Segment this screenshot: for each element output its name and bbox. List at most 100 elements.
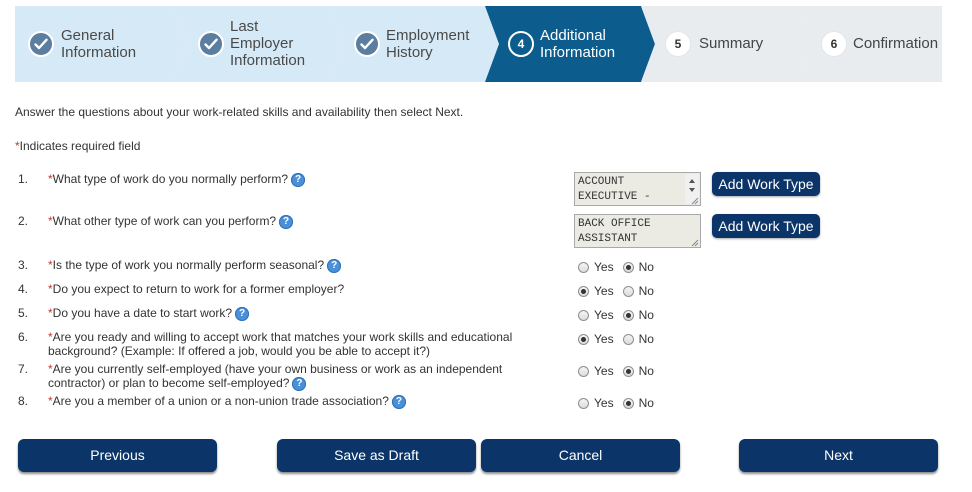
radio-label-yes: Yes [594, 308, 614, 322]
step-number: 4 [508, 31, 534, 57]
radio-no[interactable] [622, 309, 634, 321]
radio-label-no: No [638, 332, 654, 346]
question-text: *Are you a member of a union or a non-un… [48, 394, 548, 409]
question-number: 6. [18, 330, 29, 344]
step-label: Confirmation [853, 35, 938, 52]
resize-grip-icon[interactable] [691, 238, 699, 247]
resize-grip-icon[interactable] [691, 196, 699, 205]
work-type-textarea[interactable]: ACCOUNT EXECUTIVE - [574, 172, 701, 206]
step-label-line: General [61, 27, 115, 44]
question-text: *What other type of work can you perform… [48, 214, 548, 229]
intro-text: Answer the questions about your work-rel… [15, 105, 464, 119]
question-label: Do you expect to return to work for a fo… [52, 282, 345, 296]
help-icon[interactable]: ? [391, 394, 406, 409]
step-label: General Information [61, 27, 136, 61]
help-icon[interactable]: ? [292, 376, 307, 391]
question-text: *Are you ready and willing to accept wor… [48, 330, 548, 358]
question-number: 5. [18, 306, 29, 320]
question-text: *Do you expect to return to work for a f… [48, 282, 548, 296]
yes-no-radio-group: Yes No [578, 332, 663, 346]
step-label-line: Information [540, 44, 616, 61]
yes-no-radio-group: Yes No [578, 284, 663, 298]
radio-label-no: No [638, 364, 654, 378]
question-label: Do you have a date to start work? [52, 306, 233, 320]
step-2: Last Employer Information [173, 6, 343, 82]
help-icon[interactable]: ? [291, 172, 306, 187]
radio-label-no: No [638, 308, 654, 322]
next-button[interactable]: Next [739, 439, 938, 472]
question-number: 1. [18, 172, 29, 186]
checkmark-icon [28, 31, 54, 57]
yes-no-radio-group: Yes No [578, 260, 663, 274]
step-label-line: Confirmation [853, 35, 939, 52]
step-3: Employment History [329, 6, 499, 82]
help-icon[interactable]: ? [235, 306, 250, 321]
radio-label-yes: Yes [594, 364, 614, 378]
radio-label-no: No [638, 260, 654, 274]
radio-label-yes: Yes [594, 396, 614, 410]
radio-yes[interactable] [578, 333, 589, 345]
radio-label-yes: Yes [594, 284, 614, 298]
question-label: Are you a member of a union or a non-uni… [52, 394, 389, 408]
cancel-button[interactable]: Cancel [481, 439, 680, 472]
step-label-line: Information [230, 52, 306, 69]
step-number: 6 [821, 31, 847, 57]
radio-yes[interactable] [578, 285, 589, 297]
question-text: *Is the type of work you normally perfor… [48, 258, 548, 273]
step-label-line: Last [230, 18, 259, 35]
progress-stepper: General Information Last Employer Informatio… [15, 6, 942, 82]
question-label: Are you currently self-employed (have yo… [48, 362, 503, 390]
radio-yes[interactable] [578, 397, 589, 409]
step-label: Last Employer Information [230, 18, 305, 69]
step-4: 4 Additional Information [485, 6, 655, 82]
checkmark-icon [198, 31, 224, 57]
required-note-text: Indicates required field [19, 139, 141, 153]
help-icon[interactable]: ? [327, 258, 342, 273]
add-work-type-button[interactable]: Add Work Type [712, 172, 820, 196]
radio-yes[interactable] [578, 261, 589, 273]
step-label: Summary [699, 35, 763, 52]
work-type-textarea[interactable]: BACK OFFICE ASSISTANT [574, 214, 701, 248]
step-label: Employment History [386, 27, 469, 61]
question-label: Are you ready and willing to accept work… [48, 330, 513, 358]
radio-label-yes: Yes [594, 260, 614, 274]
radio-no[interactable] [622, 397, 634, 409]
question-number: 2. [18, 214, 29, 228]
add-work-type-button[interactable]: Add Work Type [712, 214, 820, 238]
radio-label-yes: Yes [594, 332, 614, 346]
question-number: 7. [18, 362, 29, 376]
radio-no[interactable] [622, 365, 634, 377]
yes-no-radio-group: Yes No [578, 308, 663, 322]
work-type-value: ACCOUNT EXECUTIVE - [578, 176, 651, 203]
question-number: 3. [18, 258, 29, 272]
radio-label-no: No [638, 396, 654, 410]
question-text: *Are you currently self-employed (have y… [48, 362, 548, 391]
radio-no[interactable] [622, 261, 634, 273]
question-text: *What type of work do you normally perfo… [48, 172, 548, 187]
step-label: Additional Information [540, 27, 615, 61]
step-6: 6 Confirmation [797, 6, 942, 82]
step-1: General Information [15, 6, 187, 82]
question-label: What other type of work can you perform? [52, 214, 277, 228]
step-label-line: History [386, 44, 433, 61]
step-label-line: Additional [540, 27, 606, 44]
question-number: 4. [18, 282, 29, 296]
checkmark-icon [354, 31, 380, 57]
help-icon[interactable]: ? [279, 214, 294, 229]
radio-no[interactable] [622, 333, 634, 345]
required-note: *Indicates required field [15, 139, 140, 153]
step-5: 5 Summary [641, 6, 811, 82]
previous-button[interactable]: Previous [18, 439, 217, 472]
radio-yes[interactable] [578, 365, 589, 377]
question-text: *Do you have a date to start work?? [48, 306, 548, 321]
radio-yes[interactable] [578, 309, 589, 321]
radio-no[interactable] [622, 285, 634, 297]
question-label: Is the type of work you normally perform… [52, 258, 325, 272]
save-as-draft-button[interactable]: Save as Draft [277, 439, 476, 472]
yes-no-radio-group: Yes No [578, 364, 663, 378]
step-label-line: Employment [386, 27, 470, 44]
yes-no-radio-group: Yes No [578, 396, 663, 410]
step-label-line: Information [61, 44, 137, 61]
step-label-line: Summary [699, 35, 764, 52]
question-label: What type of work do you normally perfor… [52, 172, 289, 186]
